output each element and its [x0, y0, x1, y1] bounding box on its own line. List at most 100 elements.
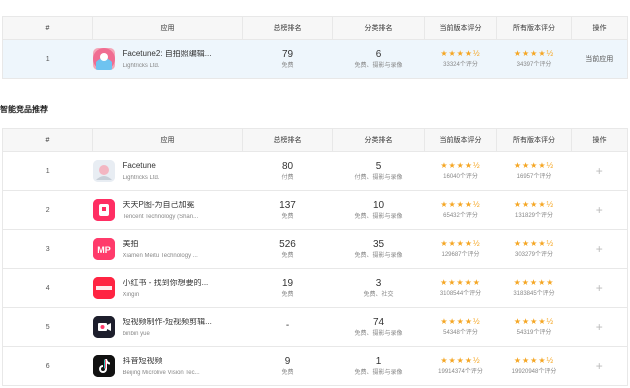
app-name[interactable]: Facetune2: 自拍照编辑... [123, 50, 212, 58]
col-header-current-rating: 当前版本评分 [424, 128, 497, 152]
total-rank: 526 [279, 238, 296, 250]
rating-count: 16040个评分 [443, 174, 478, 180]
col-header-all-rating: 所有版本评分 [496, 16, 572, 40]
add-button[interactable]: + [596, 359, 603, 373]
add-button[interactable]: + [596, 164, 603, 178]
app-cell[interactable]: MP 美拍 Xiamen Meitu Technology ... [92, 229, 243, 269]
add-button[interactable]: + [596, 242, 603, 256]
star-rating: ★★★★★ [513, 278, 555, 287]
star-rating: ★★★★½ [513, 356, 555, 365]
table-row[interactable]: 4 小红书 - 找到你想要的... Xingin 19 免费 3 免费、社交 ★★★… [2, 268, 628, 308]
all-rating-cell: ★★★★½ 34397个评分 [496, 39, 572, 79]
app-name[interactable]: 短视频制作-短视频剪辑... [123, 318, 212, 326]
app-cell[interactable]: Facetune Lightricks Ltd. [92, 151, 243, 191]
facetune2-icon [92, 48, 115, 70]
category-rank-type: 免费、社交 [363, 291, 394, 298]
col-header-index: # [2, 128, 93, 152]
app-cell[interactable]: 抖音短视频 Beijing Microlive Vision Tec... [92, 346, 243, 386]
current-rating-cell: ★★★★½ 19914374个评分 [424, 346, 497, 386]
add-button[interactable]: + [596, 281, 603, 295]
star-rating: ★★★★½ [440, 239, 481, 248]
rating-count: 16957个评分 [516, 174, 552, 180]
row-index: 4 [2, 268, 93, 308]
table-row[interactable]: 6 抖音短视频 Beijing Microlive Vision Tec... … [2, 346, 628, 386]
star-rating: ★★★★½ [513, 200, 555, 209]
xiaohongshu-icon [92, 277, 115, 299]
all-rating-cell: ★★★★½ 303279个评分 [496, 229, 572, 269]
star-rating: ★★★★½ [440, 200, 481, 209]
current-app-table: # 应用 总榜排名 分类排名 当前版本评分 所有版本评分 操作 1 Facetu… [2, 16, 628, 79]
action-cell: 当前应用 [571, 39, 628, 79]
total-rank-cell: 19 免费 [242, 268, 333, 308]
rating-count: 33324个评分 [443, 62, 478, 68]
app-cell[interactable]: 小红书 - 找到你想要的... Xingin [92, 268, 243, 308]
app-developer: Beijing Microlive Vision Tec... [122, 369, 200, 376]
row-index: 1 [2, 151, 93, 191]
action-cell: + [571, 190, 628, 230]
category-rank: 3 [375, 277, 382, 289]
category-rank-cell: 35 免费、摄影与录像 [332, 229, 425, 269]
category-rank: 74 [372, 316, 385, 328]
category-rank-cell: 3 免费、社交 [332, 268, 425, 308]
current-rating-cell: ★★★★½ 33324个评分 [424, 39, 497, 79]
category-rank: 6 [375, 48, 382, 60]
category-rank: 35 [372, 238, 385, 250]
star-rating: ★★★★½ [440, 49, 481, 58]
category-rank-type: 免费、摄影与录像 [354, 213, 403, 220]
col-header-category-rank: 分类排名 [332, 16, 425, 40]
total-rank: 80 [281, 160, 294, 172]
category-rank-type: 付费、摄影与录像 [354, 174, 403, 181]
row-index: 3 [2, 229, 93, 269]
add-button[interactable]: + [596, 320, 603, 334]
row-index: 1 [2, 39, 93, 79]
app-cell[interactable]: 天天P图-为自己加冕 Tencent Technology (Shan... [92, 190, 243, 230]
table-row[interactable]: 2 天天P图-为自己加冕 Tencent Technology (Shan...… [2, 190, 628, 230]
douyin-icon [92, 355, 115, 377]
total-rank-cell: 9 免费 [242, 346, 333, 386]
current-app-row[interactable]: 1 Facetune2: 自拍照编辑... Lightricks Ltd. 79… [2, 39, 628, 79]
all-rating-cell: ★★★★★ 3183845个评分 [496, 268, 572, 308]
rating-count: 3108544个评分 [439, 291, 482, 297]
col-header-current-rating: 当前版本评分 [424, 16, 497, 40]
app-name[interactable]: Facetune [123, 162, 160, 170]
table-row[interactable]: 5 短视频制作-短视频剪辑... binbin yue - 74 免费、摄影与录像… [2, 307, 628, 347]
app-name[interactable]: 天天P图-为自己加冕 [123, 201, 199, 209]
col-header-all-rating: 所有版本评分 [496, 128, 572, 152]
app-name[interactable]: 小红书 - 找到你想要的... [123, 279, 209, 287]
total-rank-type: 免费 [281, 291, 294, 298]
rating-count: 131829个评分 [514, 213, 554, 219]
col-header-category-rank: 分类排名 [332, 128, 425, 152]
current-rating-cell: ★★★★½ 65432个评分 [424, 190, 497, 230]
total-rank-type: 免费 [281, 62, 294, 69]
rating-count: 34397个评分 [516, 62, 552, 68]
category-rank: 1 [375, 355, 382, 367]
pitu-icon [92, 199, 115, 221]
category-rank-type: 免费、摄影与录像 [354, 62, 403, 69]
table-row[interactable]: 1 Facetune Lightricks Ltd. 80 付费 5 付费、摄影与录… [2, 151, 628, 191]
table-row[interactable]: 3 MP 美拍 Xiamen Meitu Technology ... 526 免… [2, 229, 628, 269]
category-rank-cell: 1 免费、摄影与录像 [332, 346, 425, 386]
table-header-row: # 应用 总榜排名 分类排名 当前版本评分 所有版本评分 操作 [2, 16, 628, 40]
app-cell[interactable]: Facetune2: 自拍照编辑... Lightricks Ltd. [92, 39, 243, 79]
app-name[interactable]: 美拍 [123, 240, 198, 248]
all-rating-cell: ★★★★½ 54319个评分 [496, 307, 572, 347]
total-rank-type: 免费 [281, 252, 294, 259]
add-button[interactable]: + [596, 203, 603, 217]
all-rating-cell: ★★★★½ 131829个评分 [496, 190, 572, 230]
col-header-action: 操作 [571, 16, 628, 40]
total-rank-cell: 80 付费 [242, 151, 333, 191]
app-cell[interactable]: 短视频制作-短视频剪辑... binbin yue [92, 307, 243, 347]
all-rating-cell: ★★★★½ 19920948个评分 [496, 346, 572, 386]
total-rank: - [285, 319, 290, 331]
action-cell: + [571, 268, 628, 308]
col-header-app: 应用 [92, 16, 243, 40]
rating-count: 54319个评分 [516, 330, 552, 336]
current-rating-cell: ★★★★½ 129687个评分 [424, 229, 497, 269]
app-developer: Xingin [122, 291, 140, 298]
current-rating-cell: ★★★★½ 16040个评分 [424, 151, 497, 191]
star-rating: ★★★★½ [440, 161, 481, 170]
category-rank-type: 免费、摄影与录像 [354, 369, 403, 376]
app-name[interactable]: 抖音短视频 [123, 357, 200, 365]
competitor-table: # 应用 总榜排名 分类排名 当前版本评分 所有版本评分 操作 1 Facetu… [2, 128, 628, 386]
rating-count: 129687个评分 [441, 252, 480, 258]
